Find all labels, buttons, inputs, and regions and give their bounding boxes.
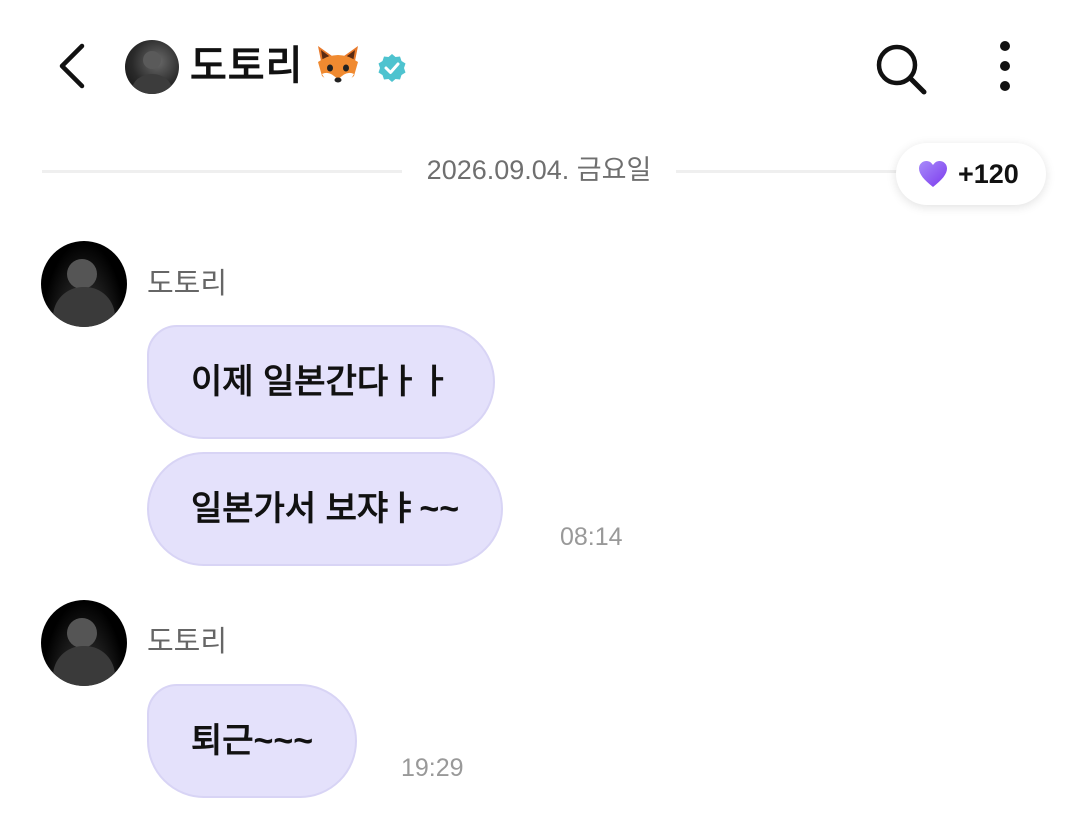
message-text: 일본가서 보쟈ㅑ~~ xyxy=(191,490,460,528)
message-time: 19:29 xyxy=(401,754,464,782)
message-bubble[interactable]: 퇴근~~~ xyxy=(147,684,358,798)
search-icon xyxy=(876,44,927,95)
back-button[interactable] xyxy=(44,34,104,94)
search-button[interactable] xyxy=(870,38,930,98)
more-options-button[interactable] xyxy=(985,38,1025,98)
date-divider: 2026.09.04. 금요일 xyxy=(426,155,652,185)
hearts-badge[interactable]: +120 xyxy=(896,143,1046,205)
more-vertical-icon xyxy=(1000,41,1010,91)
verified-badge-icon xyxy=(376,52,408,84)
sender-avatar[interactable] xyxy=(41,241,127,327)
sender-name: 도토리 xyxy=(147,268,228,300)
chat-title: 도토리 xyxy=(190,44,304,88)
date-divider-line-left xyxy=(42,170,402,173)
sender-avatar[interactable] xyxy=(41,600,127,686)
message-bubble[interactable]: 일본가서 보쟈ㅑ~~ xyxy=(147,452,504,566)
message-text: 퇴근~~~ xyxy=(191,722,314,760)
sender-name: 도토리 xyxy=(147,626,228,658)
hearts-count: +120 xyxy=(958,159,1019,189)
message-time: 08:14 xyxy=(560,523,623,551)
purple-heart-icon xyxy=(919,161,947,187)
fox-emoji-icon xyxy=(312,40,364,92)
chat-header: 도토리 xyxy=(0,0,1080,130)
chevron-left-icon xyxy=(59,43,85,89)
message-text: 이제 일본간다ㅏㅏ xyxy=(191,363,451,401)
message-bubble[interactable]: 이제 일본간다ㅏㅏ xyxy=(147,325,495,439)
header-avatar[interactable] xyxy=(125,40,179,94)
